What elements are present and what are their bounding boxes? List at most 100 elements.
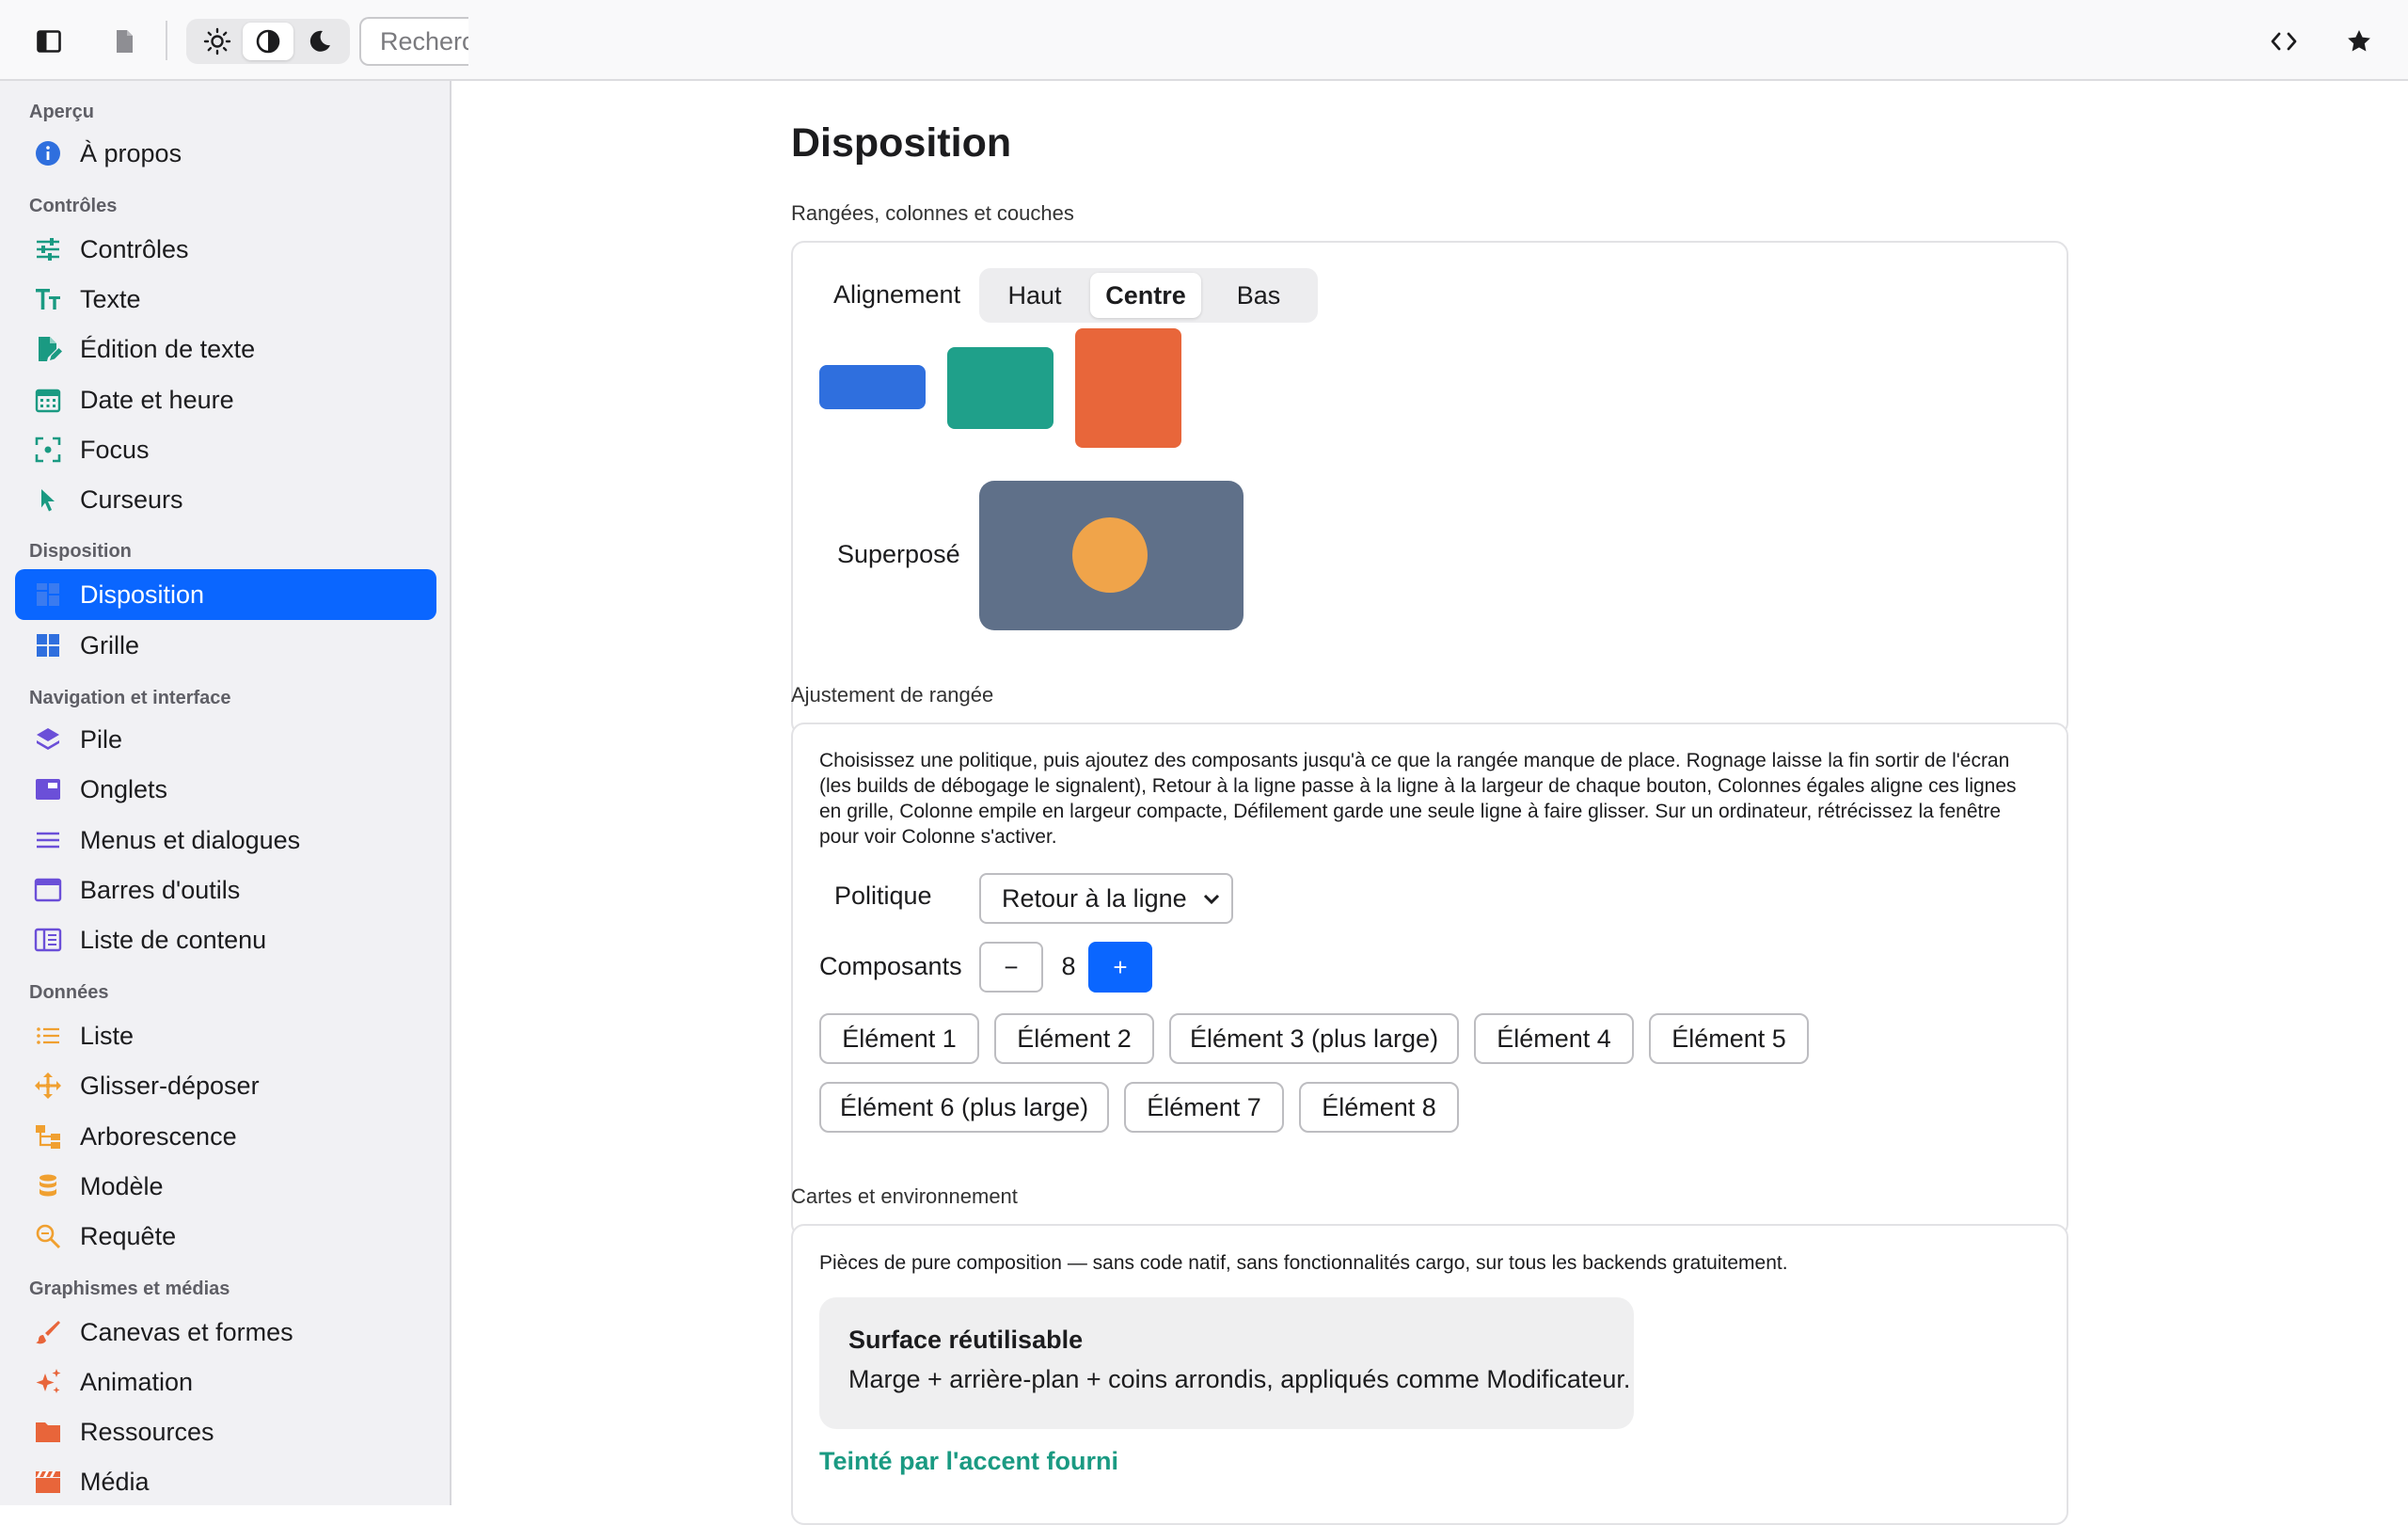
sidebar-item-modele[interactable]: Modèle	[15, 1161, 436, 1212]
sidebar-item-barres-d-outils[interactable]: Barres d'outils	[15, 865, 436, 915]
layout-icon	[37, 583, 59, 606]
sidebar-item-date-et-heure[interactable]: Date et heure	[15, 374, 436, 425]
sidebar-item-grille[interactable]: Grille	[15, 620, 436, 671]
decrement-button[interactable]: −	[979, 942, 1043, 993]
cards-card: Pièces de pure composition — sans code n…	[791, 1224, 2068, 1525]
stacked-circle	[1072, 517, 1148, 593]
sidebar-item-requete[interactable]: Requête	[15, 1211, 436, 1262]
sidebar-item-label: Contrôles	[80, 235, 189, 263]
search-icon	[36, 1224, 61, 1249]
element-chip-5[interactable]: Élément 5	[1649, 1013, 1809, 1064]
element-chip-7[interactable]: Élément 7	[1124, 1082, 1284, 1133]
alignment-option-haut[interactable]: Haut	[984, 273, 1085, 318]
accent-tinted-text: Teinté par l'accent fourni	[819, 1447, 1118, 1475]
sidebar-item-label: Média	[80, 1468, 150, 1496]
edit-document-icon	[39, 337, 62, 361]
sidebar-item-label: Barres d'outils	[80, 876, 241, 904]
alignment-label: Alignement	[833, 280, 961, 309]
increment-button[interactable]: +	[1088, 942, 1152, 993]
sidebar-item-a-propos[interactable]: À propos	[15, 128, 436, 179]
sidebar-item-label: Modèle	[80, 1172, 164, 1200]
sidebar-toggle-button[interactable]	[28, 21, 70, 62]
section-label-rows: Rangées, colonnes et couches	[791, 201, 1074, 225]
calendar-icon	[35, 389, 61, 413]
sidebar-item-label: Disposition	[80, 580, 205, 609]
sidebar-item-label: Grille	[80, 631, 140, 659]
sidebar-item-media[interactable]: Média	[15, 1456, 436, 1507]
sidebar-section-disposition: Disposition	[29, 541, 132, 562]
sidebar-item-curseurs[interactable]: Curseurs	[15, 474, 436, 525]
stack-label: Superposé	[837, 540, 960, 568]
document-button[interactable]	[103, 21, 145, 62]
sidebar-item-glisser-deposer[interactable]: Glisser-déposer	[15, 1060, 436, 1111]
element-chip-4[interactable]: Élément 4	[1474, 1013, 1634, 1064]
content-list-icon	[34, 928, 62, 952]
sidebar-item-label: Liste	[80, 1022, 135, 1050]
surface-body: Marge + arrière-plan + coins arrondis, a…	[848, 1365, 1631, 1393]
clapper-icon	[36, 1471, 60, 1493]
sidebar-toggle-icon	[37, 30, 61, 53]
sidebar-item-label: Pile	[80, 725, 123, 754]
cards-description: Pièces de pure composition — sans code n…	[819, 1252, 1788, 1274]
theme-switcher	[186, 19, 350, 64]
sidebar-item-label: Requête	[80, 1222, 177, 1250]
components-count: 8	[1061, 952, 1076, 980]
alignment-segmented-control: Haut Centre Bas	[979, 268, 1318, 323]
policy-select[interactable]: Retour à la ligne	[979, 873, 1233, 924]
alignment-option-bas[interactable]: Bas	[1205, 273, 1312, 318]
sidebar-item-canevas-et-formes[interactable]: Canevas et formes	[15, 1307, 436, 1358]
theme-light-button[interactable]	[192, 23, 243, 60]
stacked-box	[979, 481, 1244, 630]
sidebar-item-label: Focus	[80, 436, 150, 464]
fit-description: Choisissez une politique, puis ajoutez d…	[819, 750, 2017, 848]
sidebar-item-pile[interactable]: Pile	[15, 714, 436, 765]
cursor-icon	[41, 489, 55, 512]
sidebar-section-apercu: Aperçu	[29, 102, 94, 122]
search-input[interactable]	[359, 17, 468, 66]
info-icon	[36, 141, 60, 166]
element-chip-1[interactable]: Élément 1	[819, 1013, 979, 1064]
text-size-icon	[36, 289, 60, 310]
element-chip-2[interactable]: Élément 2	[994, 1013, 1154, 1064]
sidebar-item-liste-de-contenu[interactable]: Liste de contenu	[15, 914, 436, 965]
grid-icon	[37, 634, 59, 657]
demo-block-orange	[1075, 328, 1181, 448]
list-icon	[37, 1027, 59, 1044]
sidebar-item-liste[interactable]: Liste	[15, 1010, 436, 1061]
element-chip-6[interactable]: Élément 6 (plus large)	[819, 1082, 1109, 1133]
demo-block-blue	[819, 365, 926, 409]
move-icon	[35, 1072, 61, 1099]
favorite-button[interactable]	[2338, 21, 2380, 62]
sidebar-item-focus[interactable]: Focus	[15, 424, 436, 475]
theme-auto-button[interactable]	[243, 23, 293, 60]
sidebar-item-onglets[interactable]: Onglets	[15, 764, 436, 815]
element-chip-8[interactable]: Élément 8	[1299, 1082, 1459, 1133]
sidebar-item-arborescence[interactable]: Arborescence	[15, 1111, 436, 1162]
sidebar-item-label: À propos	[80, 139, 182, 167]
policy-label: Politique	[834, 882, 932, 910]
star-icon	[2348, 30, 2370, 52]
code-icon	[2271, 32, 2297, 51]
layers-icon	[37, 728, 59, 750]
element-chip-3[interactable]: Élément 3 (plus large)	[1169, 1013, 1459, 1064]
policy-select-value: Retour à la ligne	[1002, 884, 1187, 913]
database-icon	[40, 1174, 56, 1197]
sidebar-item-texte[interactable]: Texte	[15, 274, 436, 325]
theme-dark-button[interactable]	[293, 23, 344, 60]
sidebar-item-animation[interactable]: Animation	[15, 1357, 436, 1407]
sidebar-item-ressources[interactable]: Ressources	[15, 1406, 436, 1457]
sidebar-item-menus-et-dialogues[interactable]: Menus et dialogues	[15, 815, 436, 866]
sidebar-item-edition-de-texte[interactable]: Édition de texte	[15, 324, 436, 374]
contrast-icon	[256, 29, 280, 54]
sparkle-icon	[36, 1369, 61, 1393]
reusable-surface: Surface réutilisable Marge + arrière-pla…	[819, 1297, 1634, 1429]
sidebar-item-disposition[interactable]: Disposition	[15, 569, 436, 620]
sidebar: Aperçu À propos Contrôles Contrôles Text…	[0, 81, 452, 1505]
alignment-option-centre[interactable]: Centre	[1090, 273, 1201, 318]
sidebar-item-controles[interactable]: Contrôles	[15, 224, 436, 275]
view-source-button[interactable]	[2263, 21, 2305, 62]
menu-icon	[37, 832, 59, 849]
sidebar-section-controles: Contrôles	[29, 196, 118, 216]
toolbar-divider	[166, 21, 167, 60]
rows-card: Alignement Haut Centre Bas Superposé	[791, 241, 2068, 736]
